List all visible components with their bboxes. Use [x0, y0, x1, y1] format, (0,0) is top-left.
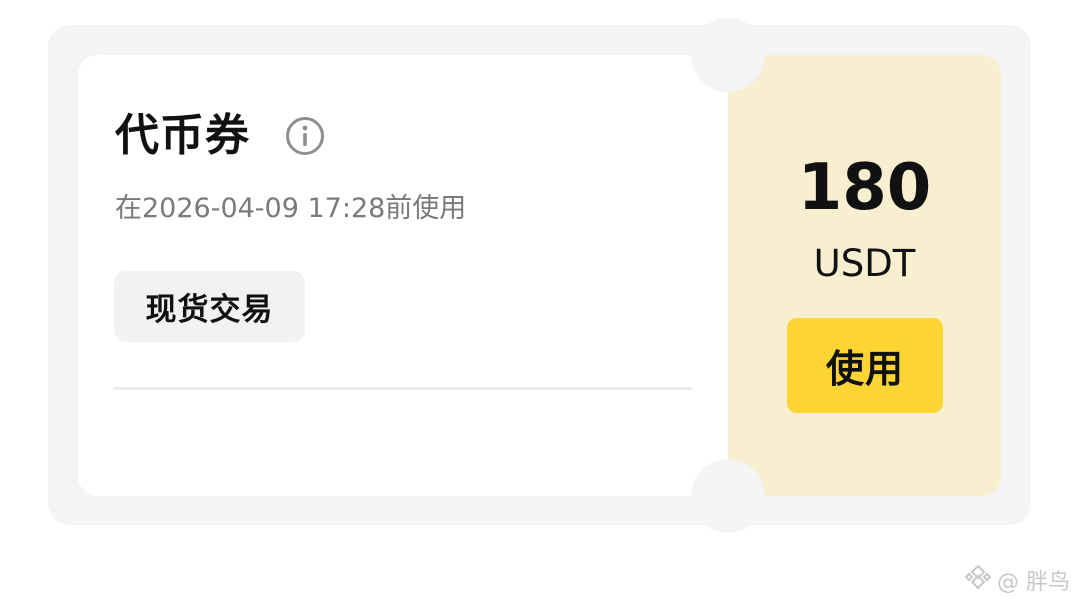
- coupon-title: 代币券: [115, 110, 250, 161]
- use-button[interactable]: 使用: [787, 318, 943, 413]
- watermark-text: @ 胖鸟: [997, 570, 1070, 595]
- binance-logo-icon: [963, 564, 993, 596]
- expiry-text: 在2026-04-09 17:28前使用: [115, 193, 467, 224]
- coupon-currency: USDT: [813, 242, 916, 285]
- trade-type-tag: 现货交易: [114, 271, 305, 342]
- divider: [114, 387, 692, 390]
- coupon-amount: 180: [797, 151, 932, 225]
- watermark: @ 胖鸟: [963, 564, 1070, 596]
- ticket-notch-bottom: [691, 459, 765, 533]
- ticket-notch-top: [691, 18, 765, 92]
- info-icon[interactable]: [285, 116, 325, 156]
